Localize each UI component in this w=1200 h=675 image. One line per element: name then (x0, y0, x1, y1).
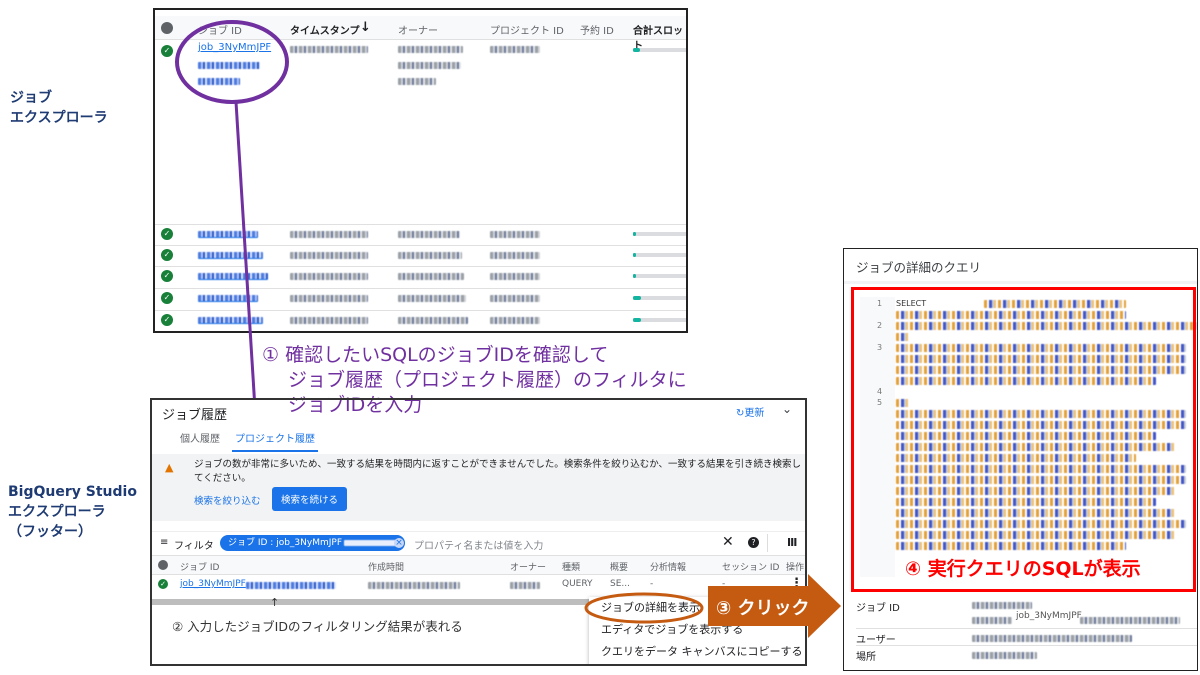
success-icon: ✓ (158, 579, 168, 589)
job-id-link[interactable]: job_3NyMmJPF (180, 579, 246, 589)
job-insight: - (650, 579, 654, 589)
pointer-arrow: ↑ (270, 596, 280, 609)
details-title: ジョブの詳細のクエリ (856, 260, 982, 275)
panel-title: ジョブ履歴 (162, 408, 228, 423)
col-type[interactable]: 種類 (562, 560, 580, 573)
blurred-text (972, 602, 1032, 609)
field-label: ユーザー (856, 635, 896, 646)
job-type: QUERY (562, 579, 593, 589)
refresh-button[interactable]: ↻更新 (736, 404, 764, 419)
help-icon[interactable]: ? (748, 537, 759, 548)
field-label: ジョブ ID (856, 603, 900, 614)
col-job-id[interactable]: ジョブ ID (180, 560, 219, 573)
narrow-search-link[interactable]: 検索を絞り込む (194, 493, 261, 507)
blurred-text (1080, 617, 1180, 624)
col-created[interactable]: 作成時間 (368, 560, 404, 573)
blurred-text (368, 582, 460, 589)
warning-banner: ▲ ジョブの数が非常に多いため、一致する結果を時間内に返すことができませんでした… (152, 454, 805, 521)
refresh-label: 更新 (744, 408, 765, 419)
col-insights[interactable]: 分析情報 (650, 560, 686, 573)
highlight-ellipse (584, 592, 704, 624)
filter-input[interactable]: プロパティ名または値を入力 (414, 537, 543, 552)
field-value: job_3NyMmJPF (1016, 611, 1082, 621)
col-session-id[interactable]: セッション ID (722, 560, 779, 573)
highlight-circle (175, 20, 289, 104)
job-summary: SE... (610, 579, 630, 589)
annot-line: ジョブ履歴（プロジェクト履歴）のフィルタに (288, 369, 687, 391)
continue-search-button[interactable]: 検索を続ける (272, 487, 348, 511)
filter-chip[interactable]: ジョブ ID : job_3NyMmJPF (220, 535, 405, 551)
job-info: ジョブ ID job_3NyMmJPF ユーザー 場所 (844, 595, 1197, 670)
blurred-text (246, 582, 336, 589)
status-header-icon (158, 560, 168, 570)
columns-icon[interactable]: Ⅲ (787, 536, 797, 549)
col-owner[interactable]: オーナー (510, 560, 546, 573)
blurred-text (972, 635, 1132, 642)
tab-project-history[interactable]: プロジェクト履歴 (232, 430, 318, 452)
blurred-text (510, 582, 540, 589)
chip-close-icon[interactable]: × (394, 538, 404, 548)
blurred-text (972, 652, 1037, 659)
filter-icon: ≡ (160, 537, 169, 548)
step3-label: ③ クリック (716, 598, 810, 619)
filter-bar: ≡ フィルタ ジョブ ID : job_3NyMmJPF × プロパティ名または… (152, 531, 805, 555)
warning-icon: ▲ (165, 461, 174, 474)
menu-copy-to-canvas[interactable]: クエリをデータ キャンバスにコピーする (589, 641, 805, 663)
step2-annotation: ② 入力したジョブIDのフィルタリング結果が表れる (172, 619, 463, 634)
col-actions: 操作 (786, 563, 805, 573)
tab-personal-history[interactable]: 個人履歴 (180, 430, 220, 445)
warning-text: ジョブの数が非常に多いため、一致する結果を時間内に返すことができませんでした。検… (194, 459, 802, 484)
blurred-text (344, 539, 399, 546)
annot-line: ① 確認したいSQLのジョブIDを確認して (262, 344, 609, 366)
history-table-header: ジョブ ID 作成時間 オーナー 種類 概要 分析情報 セッション ID 操作 (152, 555, 805, 575)
highlight-box (851, 287, 1196, 592)
chevron-down-icon[interactable]: ⌄ (782, 402, 792, 416)
field-label: 場所 (856, 652, 876, 663)
chip-label: ジョブ ID : job_3NyMmJPF (228, 538, 342, 548)
clear-icon[interactable]: ✕ (722, 534, 734, 550)
step4-annotation: ④ 実行クエリのSQLが表示 (905, 558, 1141, 580)
col-summary[interactable]: 概要 (610, 560, 628, 573)
blurred-text (972, 617, 1012, 624)
filter-label: フィルタ (174, 541, 214, 552)
